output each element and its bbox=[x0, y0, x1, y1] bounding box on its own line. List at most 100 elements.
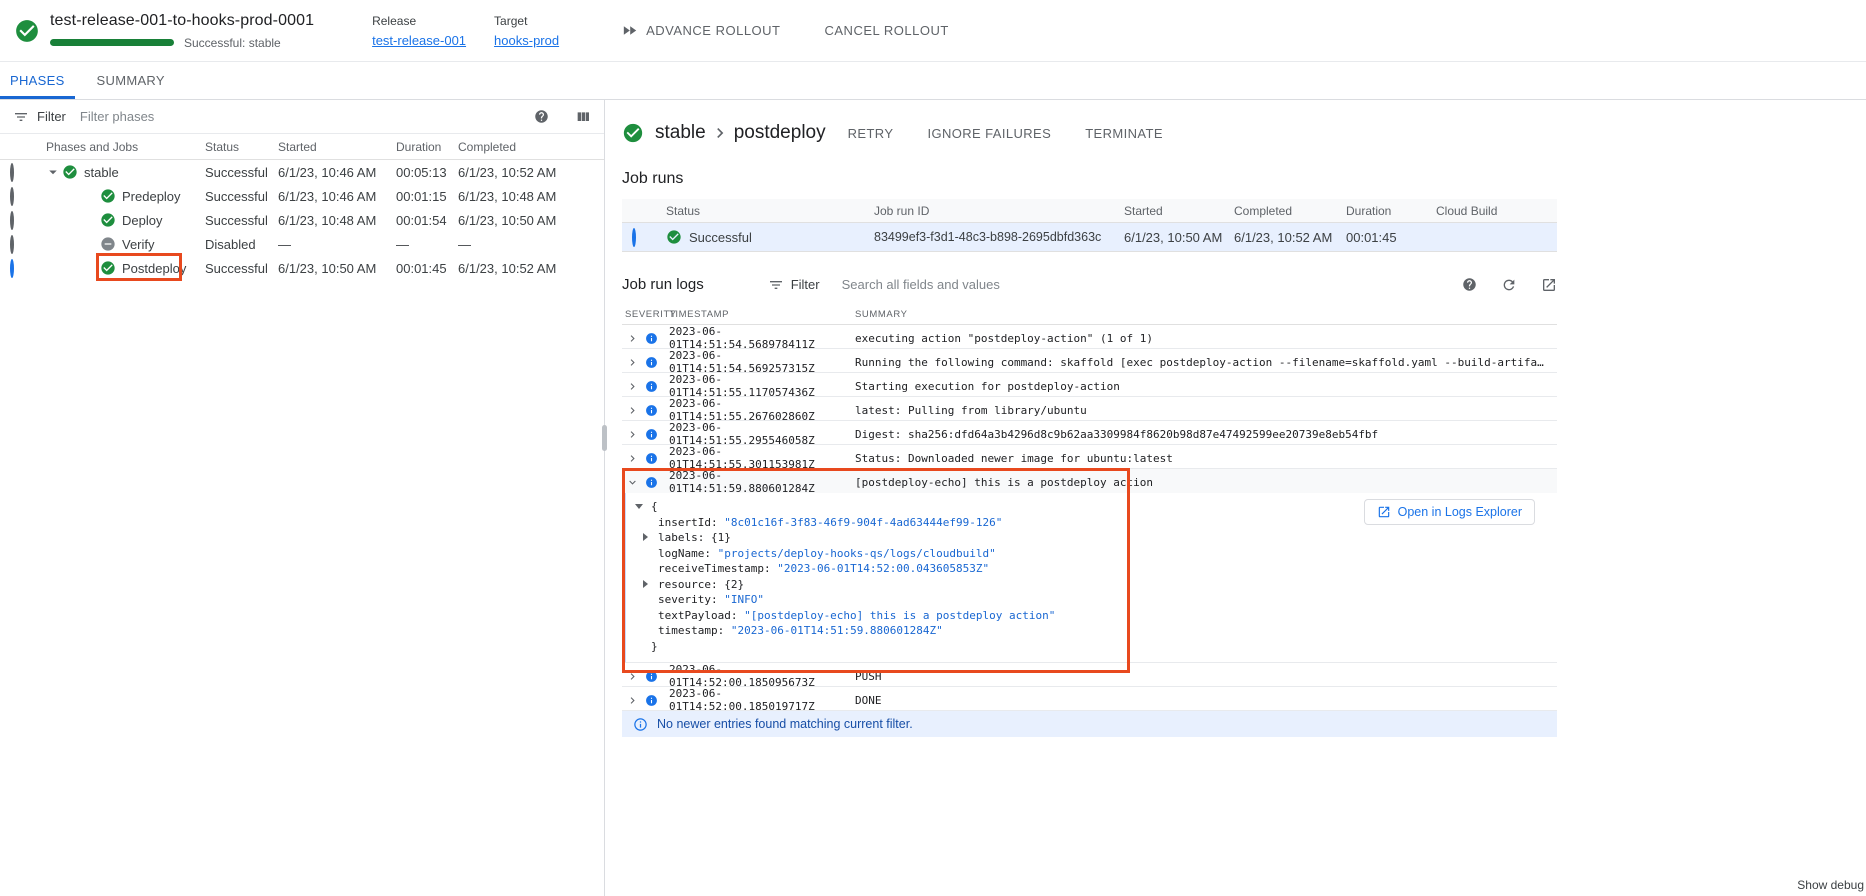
expand-chevron-icon[interactable] bbox=[626, 452, 639, 465]
job-run-row[interactable]: Successful 83499ef3-f3d1-48c3-b898-2695d… bbox=[622, 223, 1557, 252]
job-success-icon bbox=[622, 122, 644, 144]
logs-filter-button[interactable]: Filter bbox=[768, 277, 820, 293]
collapse-arrow-icon[interactable] bbox=[44, 163, 62, 181]
advance-rollout-button[interactable]: ADVANCE ROLLOUT bbox=[621, 22, 780, 39]
open-in-logs-explorer-button[interactable]: Open in Logs Explorer bbox=[1364, 499, 1535, 525]
retry-button[interactable]: RETRY bbox=[848, 126, 894, 141]
collapse-chevron-icon[interactable] bbox=[626, 476, 639, 489]
job-detail-header: stable postdeploy RETRY IGNORE FAILURES … bbox=[622, 122, 1866, 144]
log-entry[interactable]: 2023-06-01T14:51:55.295546058Z Digest: s… bbox=[622, 421, 1557, 445]
log-timestamp: 2023-06-01T14:51:54.569257315Z bbox=[669, 349, 855, 375]
expand-tree-icon[interactable] bbox=[643, 533, 648, 541]
cancel-rollout-button[interactable]: CANCEL ROLLOUT bbox=[825, 23, 949, 38]
job-status: Successful bbox=[205, 213, 278, 228]
job-radio-selected[interactable] bbox=[10, 259, 14, 278]
job-started: — bbox=[278, 237, 396, 252]
column-summary: SUMMARY bbox=[855, 309, 1557, 320]
no-newer-entries-banner: No newer entries found matching current … bbox=[622, 711, 1557, 737]
info-severity-icon bbox=[645, 428, 658, 441]
job-name: Postdeploy bbox=[122, 261, 186, 276]
job-duration: — bbox=[396, 237, 458, 252]
job-status: Disabled bbox=[205, 237, 278, 252]
phase-radio[interactable] bbox=[10, 163, 14, 182]
logs-table-header: SEVERITY TIMESTAMP SUMMARY bbox=[622, 305, 1557, 325]
json-line: receiveTimestamp: "2023-06-01T14:52:00.0… bbox=[622, 561, 1557, 577]
log-summary: DONE bbox=[855, 694, 1557, 707]
expand-chevron-icon[interactable] bbox=[626, 428, 639, 441]
log-entry[interactable]: 2023-06-01T14:51:55.301153981Z Status: D… bbox=[622, 445, 1557, 469]
log-entry[interactable]: 2023-06-01T14:51:54.568978411Z executing… bbox=[622, 325, 1557, 349]
phase-completed: 6/1/23, 10:52 AM bbox=[458, 165, 604, 180]
logs-open-in-new-button[interactable] bbox=[1541, 277, 1557, 293]
terminate-button[interactable]: TERMINATE bbox=[1085, 126, 1163, 141]
phase-row-stable[interactable]: stable Successful 6/1/23, 10:46 AM 00:05… bbox=[0, 160, 604, 184]
ignore-failures-button[interactable]: IGNORE FAILURES bbox=[927, 126, 1051, 141]
expand-chevron-icon[interactable] bbox=[626, 404, 639, 417]
logs-refresh-button[interactable] bbox=[1501, 277, 1517, 293]
phases-table-header: Phases and Jobs Status Started Duration … bbox=[0, 134, 604, 160]
log-entry-expanded[interactable]: 2023-06-01T14:51:59.880601284Z [postdepl… bbox=[622, 469, 1557, 493]
breadcrumb-phase: stable bbox=[655, 122, 706, 144]
expand-chevron-icon[interactable] bbox=[626, 694, 639, 707]
job-row-predeploy[interactable]: Predeploy Successful 6/1/23, 10:46 AM 00… bbox=[0, 184, 604, 208]
log-entry[interactable]: 2023-06-01T14:51:55.267602860Z latest: P… bbox=[622, 397, 1557, 421]
log-timestamp: 2023-06-01T14:52:00.185019717Z bbox=[669, 687, 855, 713]
release-link[interactable]: test-release-001 bbox=[372, 33, 466, 48]
json-line: labels: {1} bbox=[622, 530, 1557, 546]
job-duration: 00:01:54 bbox=[396, 213, 458, 228]
filter-label: Filter bbox=[37, 109, 66, 124]
job-duration: 00:01:15 bbox=[396, 189, 458, 204]
fast-forward-icon bbox=[621, 22, 638, 39]
success-icon bbox=[100, 188, 116, 204]
job-status: Successful bbox=[205, 189, 278, 204]
job-runs-header: Status Job run ID Started Completed Dura… bbox=[622, 199, 1557, 223]
json-line: resource: {2} bbox=[622, 577, 1557, 593]
job-run-logs-title: Job run logs bbox=[622, 276, 704, 293]
log-entry[interactable]: 2023-06-01T14:52:00.185095673Z PUSH bbox=[622, 663, 1557, 687]
log-summary: Status: Downloaded newer image for ubunt… bbox=[855, 452, 1557, 465]
log-entry[interactable]: 2023-06-01T14:51:54.569257315Z Running t… bbox=[622, 349, 1557, 373]
target-link[interactable]: hooks-prod bbox=[494, 33, 559, 48]
job-runs-title: Job runs bbox=[622, 170, 1866, 188]
show-debug-toggle[interactable]: Show debug bbox=[1797, 878, 1864, 892]
expand-chevron-icon[interactable] bbox=[626, 380, 639, 393]
rollout-status-text: Successful: stable bbox=[184, 36, 281, 50]
expand-chevron-icon[interactable] bbox=[626, 356, 639, 369]
success-icon bbox=[100, 212, 116, 228]
job-row-deploy[interactable]: Deploy Successful 6/1/23, 10:48 AM 00:01… bbox=[0, 208, 604, 232]
job-radio[interactable] bbox=[10, 187, 14, 206]
disabled-icon bbox=[100, 236, 116, 252]
phase-status: Successful bbox=[205, 165, 278, 180]
help-icon bbox=[1462, 277, 1477, 292]
job-run-radio-selected[interactable] bbox=[632, 228, 636, 247]
column-cloud-build: Cloud Build bbox=[1436, 204, 1557, 218]
job-row-postdeploy[interactable]: Postdeploy Successful 6/1/23, 10:50 AM 0… bbox=[0, 256, 604, 280]
panel-resize-handle[interactable] bbox=[602, 425, 607, 451]
logs-help-button[interactable] bbox=[1462, 277, 1477, 292]
collapse-tree-icon[interactable] bbox=[635, 504, 643, 509]
tab-summary[interactable]: SUMMARY bbox=[87, 62, 175, 99]
logs-search-input[interactable] bbox=[842, 277, 1462, 292]
column-duration: Duration bbox=[396, 140, 458, 154]
job-run-completed: 6/1/23, 10:52 AM bbox=[1234, 230, 1346, 245]
job-radio[interactable] bbox=[10, 235, 14, 254]
filter-phases-input[interactable] bbox=[80, 109, 534, 124]
help-button[interactable] bbox=[534, 109, 549, 124]
job-name: Verify bbox=[122, 237, 155, 252]
log-entry[interactable]: 2023-06-01T14:52:00.185019717Z DONE bbox=[622, 687, 1557, 711]
tab-phases[interactable]: PHASES bbox=[0, 62, 75, 99]
breadcrumb-chevron-icon bbox=[710, 123, 730, 143]
logs-table: SEVERITY TIMESTAMP SUMMARY 2023-06-01T14… bbox=[622, 305, 1557, 711]
success-icon bbox=[100, 260, 116, 276]
expand-tree-icon[interactable] bbox=[643, 580, 648, 588]
expand-chevron-icon[interactable] bbox=[626, 670, 639, 683]
job-row-verify[interactable]: Verify Disabled — — — bbox=[0, 232, 604, 256]
job-run-status: Successful bbox=[689, 230, 752, 245]
column-display-button[interactable] bbox=[575, 109, 591, 125]
log-entry[interactable]: 2023-06-01T14:51:55.117057436Z Starting … bbox=[622, 373, 1557, 397]
release-label: Release bbox=[372, 14, 466, 28]
job-radio[interactable] bbox=[10, 211, 14, 230]
log-summary: executing action "postdeploy-action" (1 … bbox=[855, 332, 1557, 345]
expand-chevron-icon[interactable] bbox=[626, 332, 639, 345]
job-run-started: 6/1/23, 10:50 AM bbox=[1124, 230, 1234, 245]
